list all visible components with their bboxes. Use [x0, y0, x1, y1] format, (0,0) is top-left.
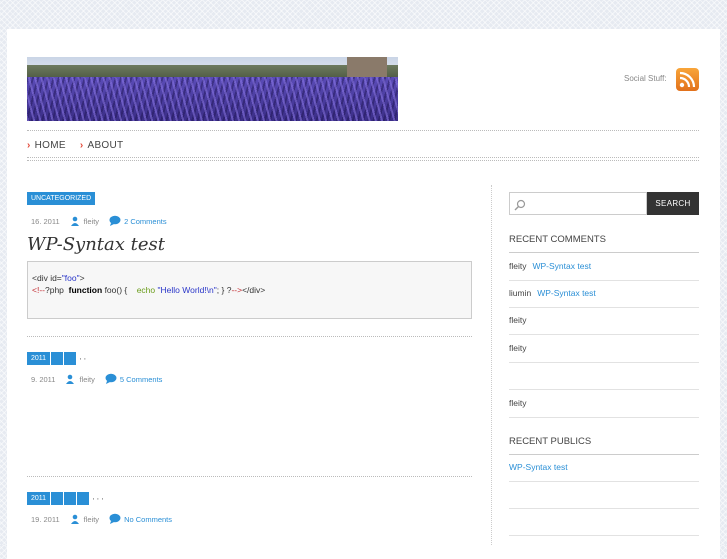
sidebar-divider [509, 389, 699, 390]
header-divider [27, 130, 699, 131]
comments-link[interactable]: No Comments [124, 515, 172, 524]
social-label: Social Stuff: [624, 74, 667, 83]
search-icon [514, 198, 526, 216]
sidebar-divider [509, 362, 699, 363]
post-meta: 16. 2011 fleity 2 Comments [27, 215, 474, 228]
code-line: <!--?php function foo() { echo "Hello Wo… [32, 285, 266, 295]
user-icon [65, 374, 75, 386]
bullet-icon: › [27, 140, 31, 151]
nav-divider [27, 157, 699, 158]
sidebar-divider [509, 307, 699, 308]
sidebar-divider [509, 454, 699, 455]
tag-link[interactable]: UNCATEGORIZED [27, 192, 96, 205]
post-date: 9. 2011 [31, 375, 56, 384]
comment-author[interactable]: fleity [509, 261, 526, 271]
comment-author[interactable]: fleity [509, 343, 526, 353]
comment-author[interactable]: liumin [509, 288, 531, 298]
post-divider [27, 476, 472, 477]
code-block: <div id="foo"> <!--?php function foo() {… [27, 261, 472, 319]
tag-link[interactable] [64, 352, 77, 365]
post-tags: UNCATEGORIZED [27, 192, 474, 205]
post-date: 16. 2011 [31, 217, 60, 226]
post-meta: 19. 2011 fleity No Comments [27, 513, 474, 526]
recent-comment-item: liumin WP-Syntax test [509, 288, 596, 298]
sidebar-divider [509, 535, 699, 536]
recent-public-link[interactable]: WP-Syntax test [509, 462, 568, 472]
sidebar-divider [509, 481, 699, 482]
comment-author[interactable]: fleity [509, 315, 526, 325]
post-divider [27, 336, 472, 337]
sidebar-divider [509, 252, 699, 253]
post: 2011 , , 9. 2011 fleity 5 Comments [27, 352, 474, 386]
comments-link[interactable]: 5 Comments [120, 375, 163, 384]
user-icon [70, 216, 80, 228]
sidebar-divider [509, 334, 699, 335]
tag-link[interactable] [51, 352, 64, 365]
recent-public-item: WP-Syntax test [509, 462, 568, 472]
code-line: <div id="foo"> [32, 273, 85, 283]
main-nav: › HOME › ABOUT [27, 140, 123, 151]
nav-item-home[interactable]: › HOME [27, 140, 66, 151]
sidebar-divider [509, 280, 699, 281]
search-field[interactable] [509, 192, 647, 215]
nav-label: ABOUT [87, 140, 124, 151]
recent-comment-item: fleity [509, 315, 526, 325]
post: 2011 , , , 19. 2011 fleity No Comments [27, 492, 474, 526]
comment-icon [109, 513, 121, 526]
tag-separators: , , , [92, 492, 104, 501]
post-author[interactable]: fleity [84, 515, 99, 524]
tag-link[interactable] [64, 492, 77, 505]
nav-label: HOME [34, 140, 66, 151]
bullet-icon: › [79, 140, 84, 151]
comment-post-link[interactable]: WP-Syntax test [532, 261, 591, 271]
user-icon [70, 514, 80, 526]
tag-separators: , , [79, 352, 86, 361]
tag-link[interactable]: 2011 [27, 492, 51, 505]
sidebar-divider [509, 417, 699, 418]
post-author[interactable]: fleity [79, 375, 94, 384]
comment-icon [109, 215, 121, 228]
recent-comment-item: fleity WP-Syntax test [509, 261, 591, 271]
nav-divider [27, 160, 699, 161]
recent-comments-heading: RECENT COMMENTS [509, 234, 606, 245]
post-author[interactable]: fleity [84, 217, 99, 226]
post-tags: 2011 , , [27, 352, 474, 365]
tag-link[interactable] [77, 492, 90, 505]
post-date: 19. 2011 [31, 515, 60, 524]
comment-post-link[interactable]: WP-Syntax test [537, 288, 596, 298]
post-meta: 9. 2011 fleity 5 Comments [27, 373, 474, 386]
recent-comment-item: fleity [509, 343, 526, 353]
post-title[interactable]: WP-Syntax test [27, 234, 474, 255]
header-banner-image[interactable] [27, 57, 398, 121]
search-input[interactable] [528, 193, 642, 214]
comments-link[interactable]: 2 Comments [124, 217, 167, 226]
recent-comment-item: fleity [509, 398, 526, 408]
post: UNCATEGORIZED 16. 2011 fleity 2 Comments… [27, 192, 474, 319]
comment-icon [105, 373, 117, 386]
sidebar-divider [509, 508, 699, 509]
nav-item-about[interactable]: › ABOUT [80, 140, 124, 151]
tag-link[interactable] [51, 492, 64, 505]
comment-author[interactable]: fleity [509, 398, 526, 408]
column-divider [491, 185, 492, 545]
post-tags: 2011 , , , [27, 492, 474, 505]
search-button[interactable]: SEARCH [647, 192, 699, 215]
rss-feed-icon[interactable] [676, 68, 699, 91]
recent-publics-heading: RECENT PUBLICS [509, 436, 592, 447]
tag-link[interactable]: 2011 [27, 352, 51, 365]
